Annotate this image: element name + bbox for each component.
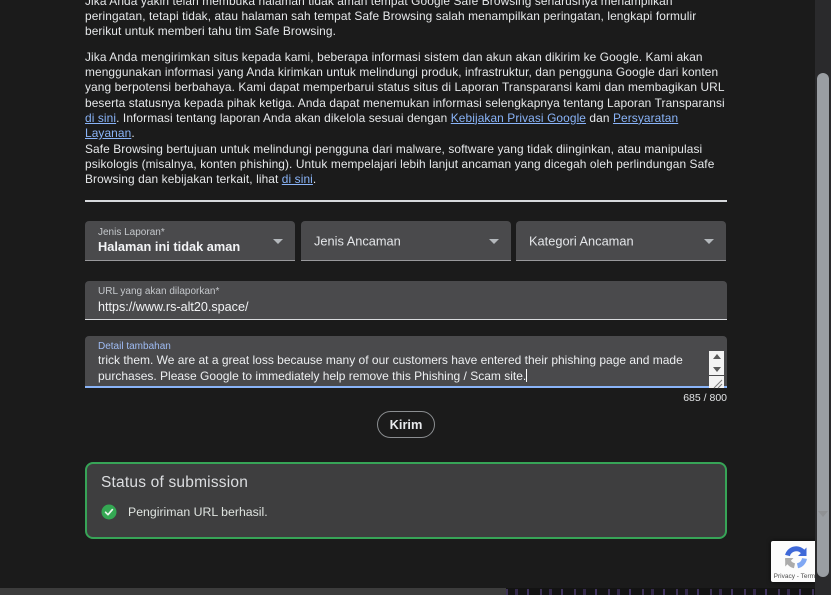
recaptcha-logo-icon: [785, 546, 807, 569]
scroll-down-icon[interactable]: [712, 367, 721, 372]
character-counter: 685 / 800: [683, 392, 727, 404]
status-panel-title: Status of submission: [101, 474, 249, 491]
safe-browsing-policy-link[interactable]: di sini: [282, 172, 313, 186]
success-check-icon: [101, 504, 117, 520]
privacy-policy-link[interactable]: Kebijakan Privasi Google: [451, 111, 586, 125]
url-input-value: https://www.rs-alt20.space/: [98, 300, 249, 314]
details-textarea-label: Detail tambahan: [98, 341, 171, 352]
report-type-label: Jenis Laporan*: [98, 227, 165, 238]
cutoff-content-strip: [506, 588, 815, 595]
submit-button[interactable]: Kirim: [377, 411, 435, 438]
page-scrollbar-thumb[interactable]: [817, 73, 829, 577]
section-divider: [85, 200, 727, 202]
intro-paragraph-3-text-1: Safe Browsing bertujuan untuk melindungi…: [85, 142, 715, 187]
intro-paragraph-2-text-4: .: [131, 126, 135, 141]
threat-type-dropdown[interactable]: Jenis Ancaman: [301, 221, 511, 261]
transparency-report-link[interactable]: di sini: [85, 111, 116, 125]
textarea-scrollbar-buttons[interactable]: [709, 351, 724, 375]
page-scrollbar-track[interactable]: [815, 0, 831, 595]
intro-paragraph-2-text-3: dan: [586, 110, 613, 125]
status-message: Pengiriman URL berhasil.: [128, 505, 268, 519]
chevron-down-icon: [273, 238, 283, 244]
intro-paragraph-2-text-2: . Informasi tentang laporan Anda akan di…: [116, 110, 451, 125]
intro-paragraph-3-text-2: .: [312, 172, 317, 187]
scrollbar-down-arrow-icon[interactable]: [818, 511, 828, 517]
textarea-scrollbar[interactable]: [709, 351, 724, 389]
recaptcha-badge[interactable]: Privacy - Terms: [771, 541, 821, 582]
intro-paragraph-2: Jika Anda mengirimkan situs kepada kami,…: [85, 50, 727, 141]
resize-grip-icon[interactable]: [709, 376, 724, 389]
report-type-dropdown[interactable]: Jenis Laporan* Halaman ini tidak aman: [85, 221, 295, 261]
status-message-row: Pengiriman URL berhasil.: [101, 504, 268, 520]
bottom-edge-bar: [0, 588, 506, 595]
url-input[interactable]: URL yang akan dilaporkan* https://www.rs…: [85, 281, 727, 320]
text-cursor: [526, 368, 528, 382]
threat-category-label: Kategori Ancaman: [529, 233, 634, 248]
details-textarea[interactable]: Detail tambahan trick them. We are at a …: [85, 336, 727, 389]
resize-grip-lines: [713, 379, 723, 389]
chevron-down-icon: [704, 238, 714, 244]
url-input-label: URL yang akan dilaporkan*: [98, 286, 220, 297]
details-textarea-value: trick them. We are at a great loss becau…: [98, 353, 683, 383]
cutoff-text-glyphs: [506, 589, 815, 595]
intro-paragraph-2-text-1: Jika Anda mengirimkan situs kepada kami,…: [85, 50, 725, 110]
intro-paragraph-1: Jika Anda yakin telah membuka halaman ti…: [85, 0, 727, 40]
scroll-up-icon[interactable]: [712, 354, 721, 359]
threat-category-dropdown[interactable]: Kategori Ancaman: [516, 221, 726, 261]
chevron-down-icon: [489, 238, 499, 244]
intro-paragraph-3: Safe Browsing bertujuan untuk melindungi…: [85, 142, 727, 188]
intro-paragraph-1-text: Jika Anda yakin telah membuka halaman ti…: [85, 0, 697, 39]
submission-status-panel: Status of submission Pengiriman URL berh…: [85, 462, 727, 539]
report-type-value: Halaman ini tidak aman: [98, 239, 241, 254]
threat-type-label: Jenis Ancaman: [314, 233, 401, 248]
recaptcha-privacy-terms[interactable]: Privacy - Terms: [771, 573, 821, 580]
